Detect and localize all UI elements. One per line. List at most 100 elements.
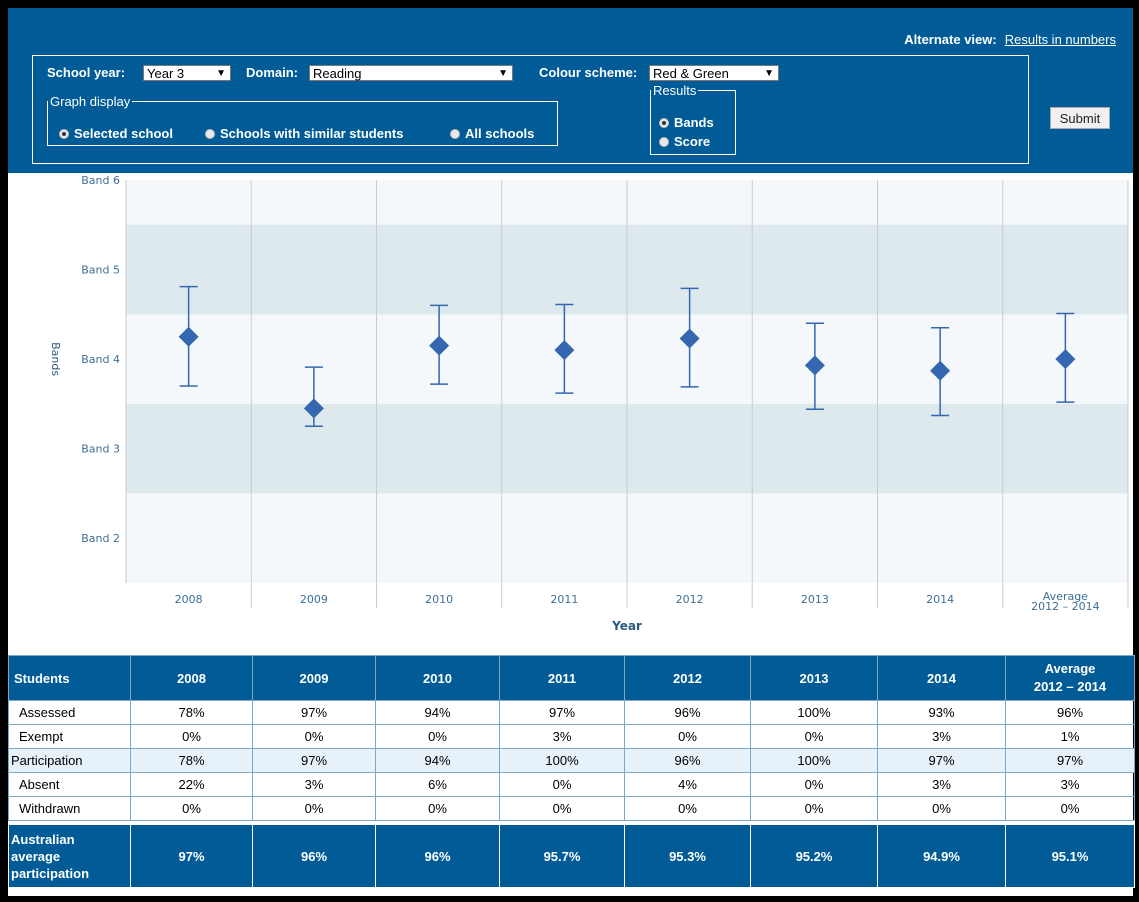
x-tick-label: 2012 [676, 593, 704, 606]
row-label: Australian average participation [8, 824, 131, 888]
table-cell: 0% [130, 796, 253, 821]
window-frame-left [0, 0, 8, 902]
domain-label: Domain: [246, 65, 298, 80]
radio-similar-schools[interactable]: Schools with similar students [205, 126, 403, 141]
colour-scheme-select[interactable]: Red & Green ▼ [649, 65, 779, 81]
x-tick-label: 2014 [926, 593, 954, 606]
x-tick-label: 2013 [801, 593, 829, 606]
column-header: 2011 [499, 655, 625, 701]
column-header: 2010 [375, 655, 500, 701]
table-cell: 96% [1005, 700, 1135, 725]
table-cell: 95.7% [499, 824, 625, 888]
table-cell: 100% [750, 748, 878, 773]
school-year-value: Year 3 [147, 66, 185, 81]
table-cell: 95.1% [1005, 824, 1135, 888]
column-header: 2013 [750, 655, 878, 701]
radio-unchecked-icon [205, 129, 215, 139]
y-tick-label: Band 4 [81, 353, 120, 366]
radio-label: Selected school [74, 126, 173, 141]
table-cell: 97% [130, 824, 253, 888]
table-cell: 96% [375, 824, 500, 888]
table-cell: 0% [1005, 796, 1135, 821]
radio-score[interactable]: Score [659, 134, 710, 149]
column-header: 2014 [877, 655, 1006, 701]
column-header: Average 2012 – 2014 [1005, 655, 1135, 701]
table-row: Exempt 0% 0% 0% 3% 0% 0% 3% 1% [8, 724, 1135, 749]
table-cell: 97% [499, 700, 625, 725]
column-header: 2008 [130, 655, 253, 701]
table-row: Participation 78% 97% 94% 100% 96% 100% 97% 97% [8, 748, 1135, 773]
row-label: Absent [8, 772, 131, 797]
radio-label: Schools with similar students [220, 126, 404, 141]
submit-button[interactable]: Submit [1050, 107, 1110, 129]
table-cell: 78% [130, 700, 253, 725]
domain-select[interactable]: Reading ▼ [309, 65, 513, 81]
table-cell: 0% [750, 724, 878, 749]
y-tick-label: Band 6 [81, 174, 120, 187]
domain-value: Reading [313, 66, 362, 81]
table-cell: 0% [130, 724, 253, 749]
table-cell: 3% [252, 772, 376, 797]
table-cell: 0% [624, 796, 751, 821]
table-cell: 1% [1005, 724, 1135, 749]
radio-checked-icon [59, 129, 69, 139]
chevron-down-icon: ▼ [498, 68, 508, 79]
table-cell: 95.3% [624, 824, 751, 888]
alternate-view-label: Alternate view: [904, 32, 997, 47]
table-cell: 94.9% [877, 824, 1006, 888]
graph-display-legend: Graph display [50, 94, 131, 109]
table-cell: 93% [877, 700, 1006, 725]
table-cell: 100% [499, 748, 625, 773]
table-cell: 0% [375, 724, 500, 749]
table-cell: 97% [1005, 748, 1135, 773]
row-label: Participation [8, 748, 131, 773]
radio-all-schools[interactable]: All schools [450, 126, 534, 141]
australian-average-row: Australian average participation 97% 96% 96… [8, 824, 1135, 888]
window-frame-bottom [0, 896, 1139, 902]
table-cell: 96% [252, 824, 376, 888]
y-tick-label: Band 3 [81, 443, 120, 456]
results-legend: Results [653, 83, 697, 98]
table-cell: 96% [624, 748, 751, 773]
row-label: Assessed [8, 700, 131, 725]
table-cell: 97% [877, 748, 1006, 773]
table-cell: 95.2% [750, 824, 878, 888]
bands-chart: Band 2 Band 3 Band 4 Band 5 Band 6 2008 2009 20… [8, 173, 1133, 653]
column-header: Students [8, 655, 131, 701]
table-cell: 94% [375, 700, 500, 725]
row-label: Withdrawn [8, 796, 131, 821]
radio-unchecked-icon [659, 137, 669, 147]
window-frame-top [0, 0, 1139, 8]
y-tick-label: Band 5 [81, 264, 120, 277]
results-group: Results Bands Score [650, 83, 736, 155]
table-cell: 4% [624, 772, 751, 797]
column-header: 2009 [252, 655, 376, 701]
graph-display-group: Graph display Selected school Schools wi… [47, 94, 558, 146]
radio-bands[interactable]: Bands [659, 115, 714, 130]
filter-panel: Alternate view: Results in numbers School… [8, 8, 1133, 173]
table-cell: 6% [375, 772, 500, 797]
results-in-numbers-link[interactable]: Results in numbers [1005, 32, 1116, 47]
radio-label: All schools [465, 126, 535, 141]
table-row: Withdrawn 0% 0% 0% 0% 0% 0% 0% 0% [8, 796, 1135, 821]
table-cell: 3% [1005, 772, 1135, 797]
table-cell: 3% [877, 724, 1006, 749]
table-row: Assessed 78% 97% 94% 97% 96% 100% 93% 96% [8, 700, 1135, 725]
y-axis-label: Bands [49, 342, 62, 376]
x-tick-label: 2009 [300, 593, 328, 606]
table-cell: 0% [252, 796, 376, 821]
radio-checked-icon [659, 118, 669, 128]
x-axis-label: Year [611, 619, 642, 633]
table-cell: 94% [375, 748, 500, 773]
table-cell: 0% [499, 796, 625, 821]
table-cell: 97% [252, 748, 376, 773]
participation-table: Students 2008 2009 2010 2011 2012 2013 2… [8, 655, 1135, 888]
colour-scheme-label: Colour scheme: [539, 65, 638, 80]
table-cell: 0% [877, 796, 1006, 821]
school-year-select[interactable]: Year 3 ▼ [143, 65, 231, 81]
radio-label: Score [674, 134, 711, 149]
x-tick-label: 2011 [550, 593, 578, 606]
radio-unchecked-icon [450, 129, 460, 139]
radio-selected-school[interactable]: Selected school [59, 126, 173, 141]
x-tick-label: 2010 [425, 593, 453, 606]
